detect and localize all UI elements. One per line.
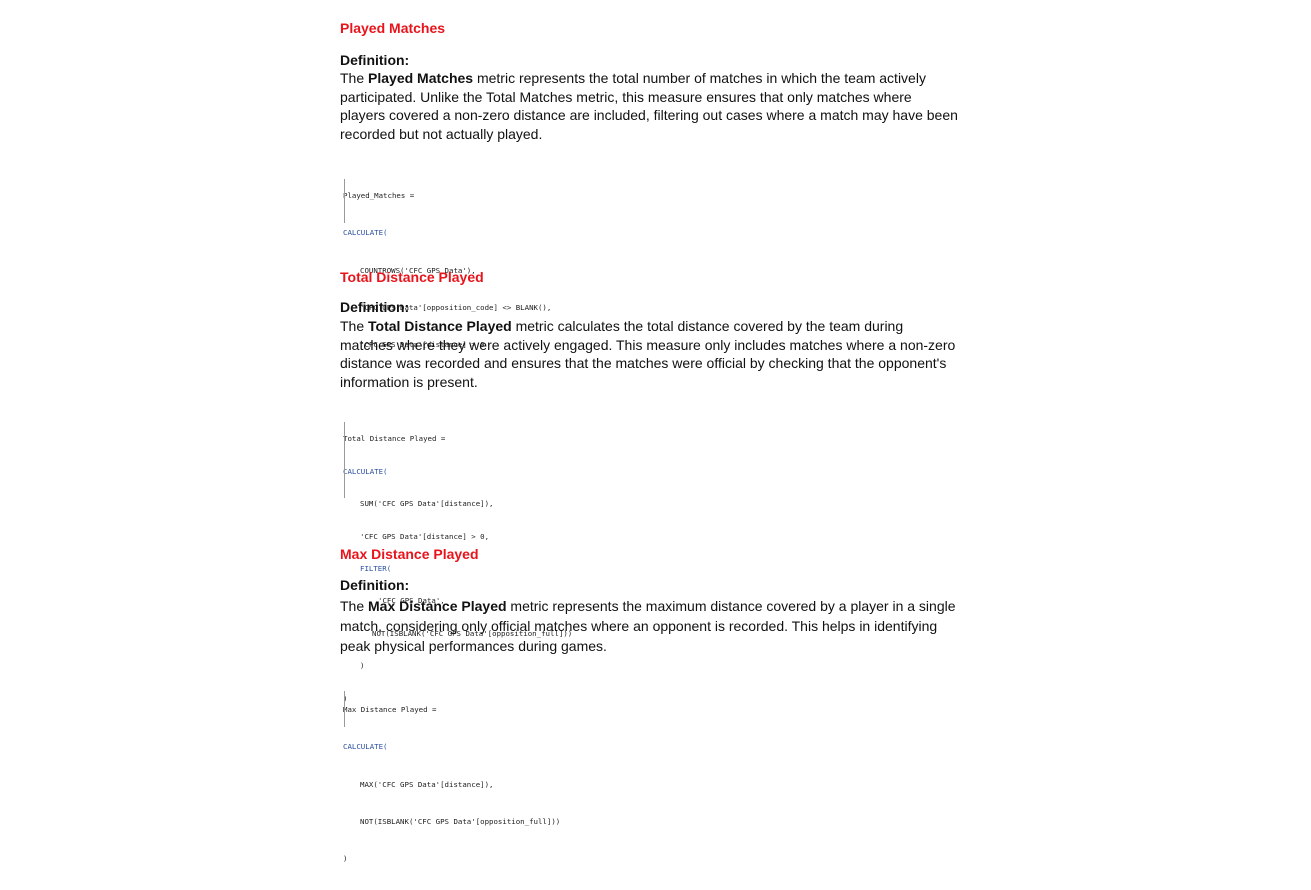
code-indent-guide — [344, 422, 345, 498]
definition-text: The Played Matches metric represents the… — [340, 69, 958, 143]
metric-name: Max Distance Played — [368, 598, 507, 614]
definition-label: Definition: — [340, 299, 410, 315]
definition-label: Definition: — [340, 52, 410, 68]
code-line: 'CFC GPS Data'[distance] > 0, — [360, 531, 490, 541]
section-title: Played Matches — [340, 20, 446, 36]
dax-code-image: Total Distance Played = CALCULATE( SUM('… — [340, 402, 572, 703]
dax-code-image: Max Distance Played = CALCULATE( MAX('CF… — [340, 667, 580, 863]
code-line: Max Distance Played = — [343, 705, 437, 715]
code-line: CALCULATE( — [343, 228, 388, 238]
code-line: MAX('CFC GPS Data'[distance]), — [360, 779, 494, 789]
section-title: Max Distance Played — [340, 546, 479, 562]
definition-intro: The — [340, 598, 369, 614]
dax-code-image: Played_Matches = CALCULATE( COUNTROWS('C… — [340, 153, 570, 386]
definition-text: The Max Distance Played metric represent… — [340, 596, 958, 656]
definition-label: Definition: — [340, 577, 410, 593]
definition-intro: The — [340, 318, 369, 334]
definition-text: The Total Distance Played metric calcula… — [340, 317, 958, 391]
code-line: CALCULATE( — [343, 466, 388, 476]
code-line: NOT(ISBLANK('CFC GPS Data'[opposition_fu… — [360, 816, 561, 826]
code-indent-guide — [344, 691, 345, 727]
code-line: SUM('CFC GPS Data'[distance]), — [360, 499, 494, 509]
code-line: Played_Matches = — [343, 191, 415, 201]
definition-intro: The — [340, 70, 369, 86]
code-line: ) — [343, 854, 348, 864]
metric-name: Played Matches — [368, 70, 474, 86]
code-line: FILTER( — [360, 563, 392, 573]
code-line: Total Distance Played = — [343, 434, 446, 444]
metric-name: Total Distance Played — [368, 318, 512, 334]
section-title: Total Distance Played — [340, 269, 484, 285]
code-line: CALCULATE( — [343, 742, 388, 752]
code-indent-guide — [344, 179, 345, 223]
